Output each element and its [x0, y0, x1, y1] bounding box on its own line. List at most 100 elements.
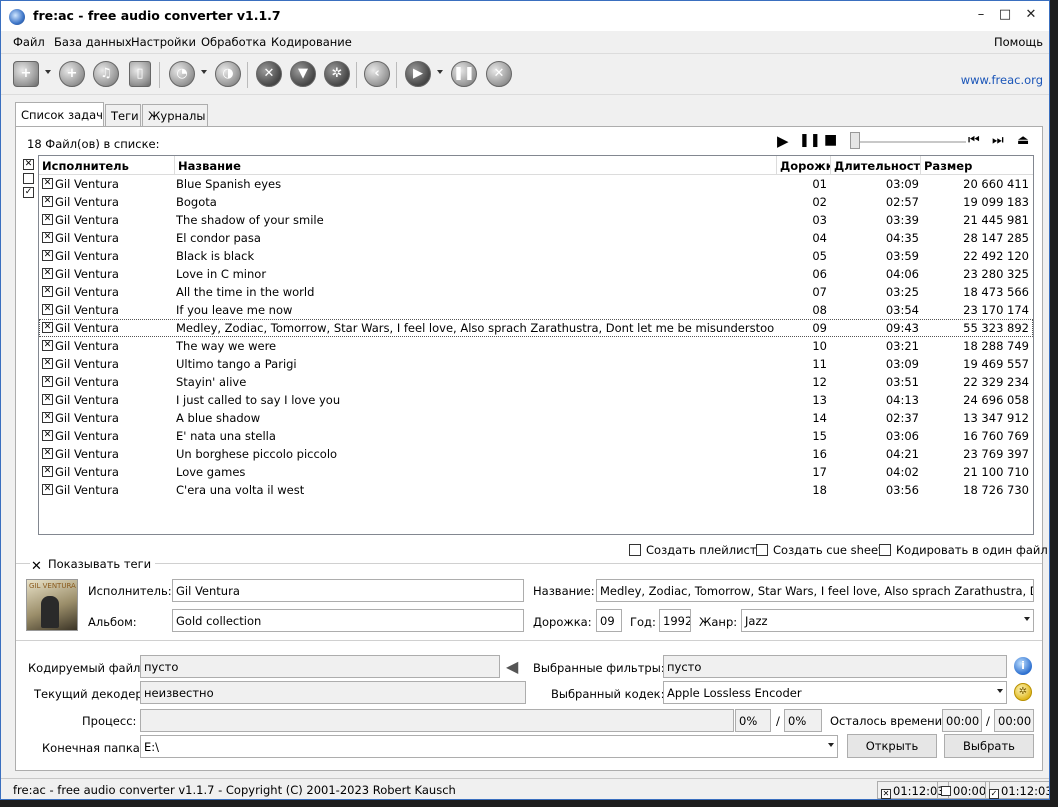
row-checkbox[interactable]: ✕ [42, 178, 53, 189]
toggle-selection-checkbox[interactable]: ✓ [23, 187, 34, 198]
pause-playback-icon[interactable]: ❚❚ [799, 133, 821, 148]
row-checkbox[interactable]: ✕ [42, 232, 53, 243]
music-icon[interactable]: ♫ [93, 61, 119, 87]
menu-settings[interactable]: Настройки [131, 35, 196, 49]
codec-config-icon[interactable]: ✲ [1014, 683, 1032, 701]
stop-playback-icon[interactable]: ■ [824, 132, 837, 148]
row-checkbox[interactable]: ✕ [42, 430, 53, 441]
start-encode-icon[interactable]: ▶ [405, 61, 431, 87]
settings-icon[interactable]: ✕ [256, 61, 282, 87]
table-row[interactable]: ✕ Gil Ventura Un borghese piccolo piccolo 1… [39, 445, 1033, 463]
table-row[interactable]: ✕ Gil Ventura Love in C minor 06 04:06 23 280… [39, 265, 1033, 283]
menu-file[interactable]: Файл [13, 35, 45, 49]
encode-dropdown-icon[interactable] [437, 70, 443, 74]
create-playlist-option[interactable]: Создать плейлист [629, 543, 757, 557]
pause-icon[interactable]: ❚❚ [451, 61, 477, 87]
codec-select[interactable]: Apple Lossless Encoder [663, 681, 1007, 704]
row-checkbox[interactable]: ✕ [42, 268, 53, 279]
row-checkbox[interactable]: ✕ [42, 214, 53, 225]
row-checkbox[interactable]: ✕ [42, 466, 53, 477]
row-checkbox[interactable]: ✕ [42, 250, 53, 261]
table-row[interactable]: ✕ Gil Ventura The shadow of your smile 03 03… [39, 211, 1033, 229]
row-checkbox[interactable]: ✕ [42, 340, 53, 351]
tab-joblist[interactable]: Список задач [15, 102, 104, 127]
row-checkbox[interactable]: ✕ [42, 286, 53, 297]
column-title[interactable]: Название [175, 156, 777, 175]
select-folder-button[interactable]: Выбрать [944, 734, 1034, 758]
single-file-option[interactable]: Кодировать в один файл [879, 543, 1048, 557]
stop-icon[interactable]: ✕ [486, 61, 512, 87]
next-track-icon[interactable]: ⏭ [992, 133, 1004, 148]
table-row[interactable]: ✕ Gil Ventura Medley, Zodiac, Tomorrow, St… [39, 319, 1033, 337]
table-row[interactable]: ✕ Gil Ventura E' nata una stella 15 03:06 16 … [39, 427, 1033, 445]
playback-slider-track[interactable] [854, 141, 966, 143]
menu-processing[interactable]: Обработка [201, 35, 266, 49]
table-row[interactable]: ✕ Gil Ventura Love games 17 04:02 21 100 710 [39, 463, 1033, 481]
cd-add-icon[interactable]: + [59, 61, 85, 87]
table-row[interactable]: ✕ Gil Ventura All the time in the world 07 0… [39, 283, 1033, 301]
column-length[interactable]: Длительность [831, 156, 921, 175]
table-row[interactable]: ✕ Gil Ventura Bogota 02 02:57 19 099 183 [39, 193, 1033, 211]
open-folder-button[interactable]: Открыть [847, 734, 937, 758]
select-none-checkbox[interactable] [23, 173, 34, 184]
create-cuesheet-checkbox[interactable] [756, 544, 768, 556]
table-row[interactable]: ✕ Gil Ventura Stayin' alive 12 03:51 22 329 2… [39, 373, 1033, 391]
delete-icon[interactable]: ▯ [129, 61, 151, 87]
row-checkbox[interactable]: ✕ [42, 196, 53, 207]
table-row[interactable]: ✕ Gil Ventura El condor pasa 04 04:35 28 147 … [39, 229, 1033, 247]
maximize-button[interactable]: □ [993, 7, 1017, 22]
create-cuesheet-option[interactable]: Создать cue sheet [756, 543, 883, 557]
artist-field[interactable]: Gil Ventura [172, 579, 524, 602]
table-row[interactable]: ✕ Gil Ventura C'era una volta il west 18 03:… [39, 481, 1033, 499]
row-checkbox[interactable]: ✕ [42, 322, 53, 333]
cddb-query-icon[interactable]: ◔ [169, 61, 195, 87]
title-field[interactable]: Medley, Zodiac, Tomorrow, Star Wars, I f… [596, 579, 1034, 602]
add-dropdown-icon[interactable] [45, 70, 51, 74]
row-checkbox[interactable]: ✕ [42, 394, 53, 405]
forward-icon[interactable]: ‹ [364, 61, 390, 87]
year-field[interactable]: 1992 [659, 609, 691, 632]
select-all-checkbox[interactable]: ✕ [23, 159, 34, 170]
table-row[interactable]: ✕ Gil Ventura A blue shadow 14 02:37 13 347 9… [39, 409, 1033, 427]
single-file-checkbox[interactable] [879, 544, 891, 556]
row-checkbox[interactable]: ✕ [42, 484, 53, 495]
show-tags-checkbox[interactable]: ✕ [30, 560, 43, 573]
column-artist[interactable]: Исполнитель [39, 156, 175, 175]
menu-database[interactable]: База данных [54, 35, 132, 49]
playback-slider-thumb[interactable] [850, 132, 860, 149]
cddb-dropdown-icon[interactable] [201, 70, 207, 74]
track-field[interactable]: 09 [596, 609, 622, 632]
tab-tags[interactable]: Теги [105, 104, 141, 127]
table-row[interactable]: ✕ Gil Ventura The way we were 10 03:21 18 288… [39, 337, 1033, 355]
filter-icon[interactable]: ▼ [290, 61, 316, 87]
create-playlist-checkbox[interactable] [629, 544, 641, 556]
table-row[interactable]: ✕ Gil Ventura I just called to say I love … [39, 391, 1033, 409]
menu-encode[interactable]: Кодирование [271, 35, 352, 49]
info-icon[interactable]: i [1014, 657, 1032, 675]
genre-select[interactable]: Jazz [741, 609, 1034, 632]
column-track[interactable]: Дорожка [777, 156, 831, 175]
table-row[interactable]: ✕ Gil Ventura Blue Spanish eyes 01 03:09 20 6… [39, 175, 1033, 193]
table-row[interactable]: ✕ Gil Ventura Ultimo tango a Parigi 11 03:09… [39, 355, 1033, 373]
cddb-submit-icon[interactable]: ◑ [215, 61, 241, 87]
table-row[interactable]: ✕ Gil Ventura If you leave me now 08 03:54 23… [39, 301, 1033, 319]
row-checkbox[interactable]: ✕ [42, 358, 53, 369]
play-icon[interactable]: ▶ [777, 132, 789, 150]
close-button[interactable]: ✕ [1019, 7, 1043, 22]
previous-track-icon[interactable]: ⏮ [968, 133, 980, 148]
tab-logs[interactable]: Журналы [142, 104, 208, 127]
row-checkbox[interactable]: ✕ [42, 412, 53, 423]
album-field[interactable]: Gold collection [172, 609, 524, 632]
row-checkbox[interactable]: ✕ [42, 448, 53, 459]
config-icon[interactable]: ✲ [324, 61, 350, 87]
output-folder-select[interactable]: E:\ [140, 735, 838, 758]
table-row[interactable]: ✕ Gil Ventura Black is black 05 03:59 22 492 … [39, 247, 1033, 265]
minimize-button[interactable]: – [969, 7, 993, 22]
eject-icon[interactable]: ⏏ [1017, 133, 1029, 148]
show-tags-option[interactable]: ✕ Показывать теги [30, 557, 156, 573]
column-size[interactable]: Размер [921, 156, 1033, 175]
row-checkbox[interactable]: ✕ [42, 376, 53, 387]
menu-help[interactable]: Помощь [994, 35, 1043, 49]
add-files-icon[interactable]: + [13, 61, 39, 87]
row-checkbox[interactable]: ✕ [42, 304, 53, 315]
